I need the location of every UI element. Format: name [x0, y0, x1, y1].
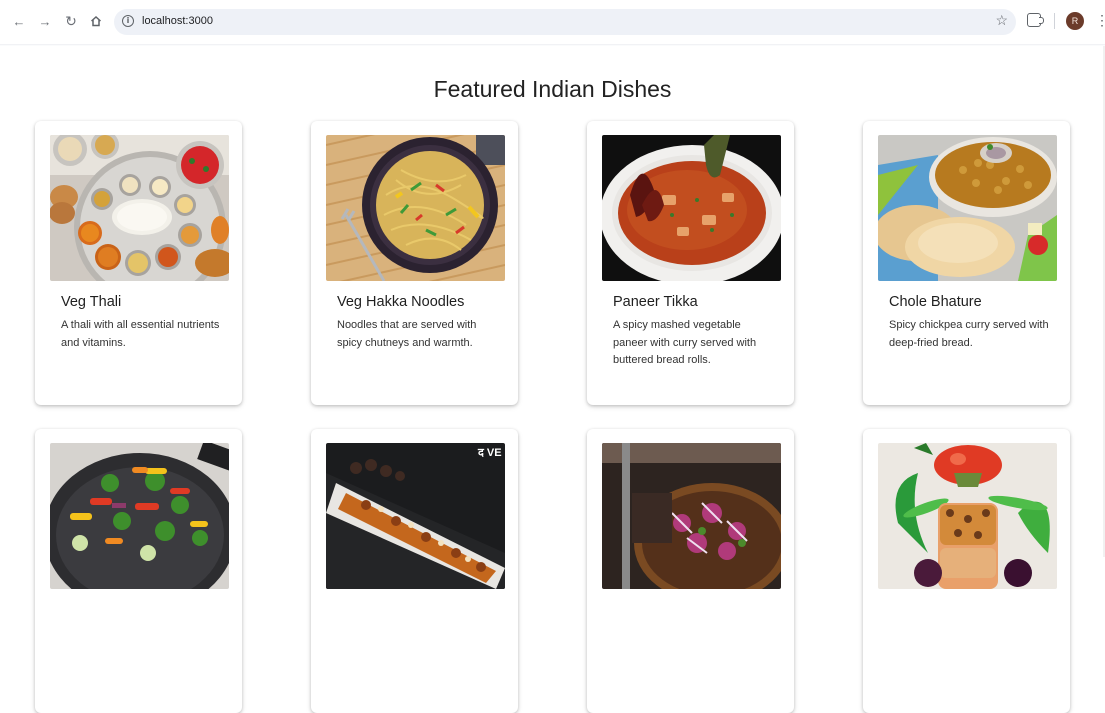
dish-card[interactable]: Chole Bhature Spicy chickpea curry serve…	[863, 121, 1070, 405]
dish-name: Veg Hakka Noodles	[337, 294, 465, 310]
dish-card[interactable]: Veg Hakka Noodles Noodles that are serve…	[311, 121, 518, 405]
dish-card[interactable]: द VE	[311, 429, 518, 713]
dish-name: Veg Thali	[61, 294, 122, 310]
bookmark-star-icon[interactable]: ☆	[995, 12, 1008, 29]
browser-toolbar: ← → ↻ i localhost:3000 ☆ R ⋮	[0, 0, 1105, 44]
reload-icon[interactable]: ↻	[62, 12, 80, 30]
browser-menu-icon[interactable]: ⋮	[1095, 11, 1105, 29]
dish-image-stir-fry	[50, 443, 229, 589]
profile-avatar[interactable]: R	[1066, 12, 1084, 30]
site-info-icon[interactable]: i	[122, 15, 134, 27]
toolbar-divider	[1054, 13, 1055, 29]
watermark-text: द VE	[477, 447, 502, 459]
dish-image-stacked-salad	[878, 443, 1057, 589]
url-text[interactable]: localhost:3000	[142, 15, 213, 27]
dish-card[interactable]	[863, 429, 1070, 713]
address-bar[interactable]: i localhost:3000 ☆	[114, 9, 1016, 35]
dish-card[interactable]: Veg Thali A thali with all essential nut…	[35, 121, 242, 405]
forward-icon[interactable]: →	[36, 12, 54, 30]
dish-image-paneer-tikka	[602, 135, 781, 281]
dish-description: A spicy mashed vegetable paneer with cur…	[613, 319, 757, 366]
dish-card[interactable]	[587, 429, 794, 713]
dish-name: Chole Bhature	[889, 294, 982, 310]
dish-image-salad-bowl	[602, 443, 781, 589]
dish-card[interactable]	[35, 429, 242, 713]
dish-description: Spicy chickpea curry served with deep-fr…	[889, 319, 1049, 349]
dish-image-skewers: द VE	[326, 443, 505, 589]
dish-description: A thali with all essential nutrients and…	[61, 319, 220, 349]
extensions-icon[interactable]	[1027, 13, 1044, 27]
toolbar-divider-line	[0, 44, 1105, 46]
dish-name: Paneer Tikka	[613, 294, 698, 310]
dish-image-veg-thali	[50, 135, 229, 281]
page-title: Featured Indian Dishes	[433, 76, 672, 102]
home-icon[interactable]	[87, 12, 105, 30]
dish-description: Noodles that are served with spicy chutn…	[337, 319, 477, 349]
dish-card[interactable]: Paneer Tikka A spicy mashed vegetable pa…	[587, 121, 794, 405]
back-icon[interactable]: ←	[10, 12, 28, 30]
dish-image-chole-bhature	[878, 135, 1057, 281]
dish-image-veg-hakka-noodles	[326, 135, 505, 281]
